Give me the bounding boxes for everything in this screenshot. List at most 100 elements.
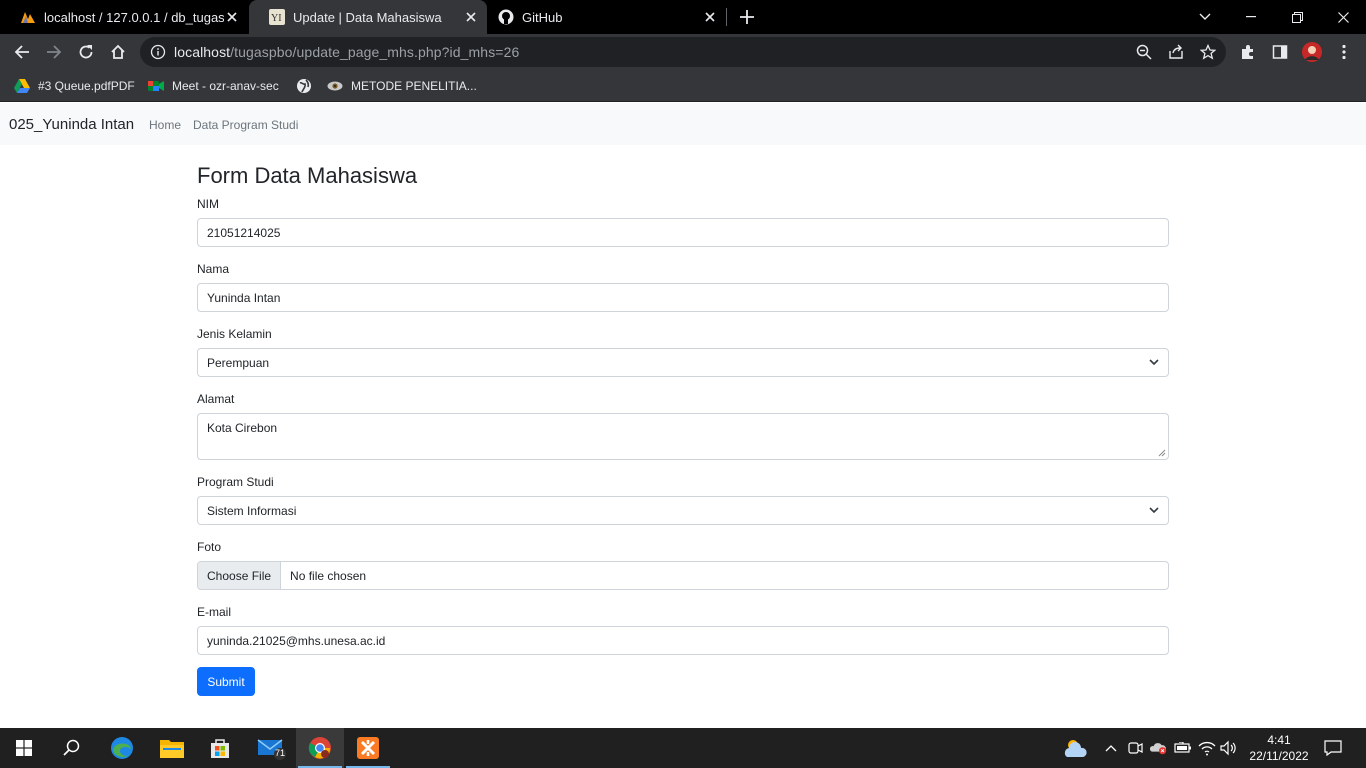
- volume-icon[interactable]: [1220, 739, 1238, 757]
- jenis-kelamin-selected: Perempuan: [207, 355, 270, 370]
- search-icon: [63, 739, 80, 756]
- navbar-brand[interactable]: 025_Yuninda Intan: [9, 116, 134, 133]
- tab-search-button[interactable]: [1182, 0, 1228, 34]
- wifi-icon[interactable]: [1198, 739, 1216, 757]
- notification-icon: [1324, 740, 1342, 756]
- zoom-icon[interactable]: [1136, 44, 1152, 60]
- resize-grip-icon[interactable]: [1158, 449, 1166, 457]
- page-title: Form Data Mahasiswa: [197, 163, 418, 188]
- github-icon: [498, 9, 514, 25]
- onedrive-error-icon[interactable]: [1150, 739, 1168, 757]
- program-studi-selected: Sistem Informasi: [207, 503, 297, 518]
- close-tab-icon[interactable]: [224, 9, 240, 25]
- more-vert-icon: [1342, 44, 1346, 60]
- chrome-menu-button[interactable]: [1330, 38, 1358, 66]
- bookmark-queue-pdf[interactable]: #3 Queue.pdfPDF: [14, 76, 135, 96]
- arrow-right-icon: [47, 45, 62, 59]
- taskbar-store[interactable]: [196, 728, 244, 768]
- browser-toolbar: localhost/tugaspbo/update_page_mhs.php?i…: [0, 34, 1366, 70]
- site-info-icon[interactable]: [150, 44, 166, 60]
- bookmark-google-meet[interactable]: Meet - ozr-anav-sec: [148, 76, 279, 96]
- start-button[interactable]: [0, 728, 48, 768]
- bookmark-label: METODE PENELITIA...: [351, 79, 477, 93]
- bookmark-label: Meet - ozr-anav-sec: [172, 79, 279, 93]
- email-label: E-mail: [197, 605, 232, 619]
- taskbar-file-explorer[interactable]: [148, 728, 196, 768]
- alamat-label: Alamat: [197, 392, 235, 406]
- side-panel-button[interactable]: [1266, 38, 1294, 66]
- tab-separator: [726, 8, 727, 26]
- clock-date: 22/11/2022: [1249, 749, 1309, 763]
- bookmark-label: #3 Queue.pdfPDF: [38, 79, 135, 93]
- new-tab-button[interactable]: [736, 7, 758, 27]
- profile-button[interactable]: [1298, 38, 1326, 66]
- folder-icon: [160, 740, 184, 758]
- puzzle-icon: [1242, 45, 1253, 59]
- taskbar-search-button[interactable]: [48, 728, 96, 768]
- chevron-down-icon: [1199, 13, 1211, 20]
- restore-button[interactable]: [1274, 0, 1320, 34]
- home-button[interactable]: [104, 38, 132, 66]
- jenis-kelamin-select[interactable]: Perempuan: [197, 348, 1169, 377]
- tab-phpmyadmin[interactable]: localhost / 127.0.0.1 / db_tugaspl: [0, 0, 248, 34]
- avatar: [1302, 42, 1322, 62]
- alamat-textarea[interactable]: Kota Cirebon: [197, 413, 1169, 460]
- mail-badge: 71: [275, 748, 286, 758]
- nav-link-data-program-studi[interactable]: Data Program Studi: [193, 118, 298, 132]
- forward-button[interactable]: [40, 38, 68, 66]
- side-panel-icon: [1272, 45, 1288, 59]
- google-drive-icon: [14, 78, 30, 94]
- file-status-text: No file chosen: [290, 568, 367, 583]
- minimize-button[interactable]: [1228, 0, 1274, 34]
- foto-label: Foto: [197, 540, 222, 554]
- share-icon[interactable]: [1168, 44, 1184, 60]
- nav-link-home[interactable]: Home: [149, 118, 181, 132]
- nim-label: NIM: [197, 197, 219, 211]
- back-button[interactable]: [8, 38, 36, 66]
- jenis-kelamin-label: Jenis Kelamin: [197, 327, 272, 341]
- meet-now-icon[interactable]: [1126, 739, 1144, 757]
- nim-input[interactable]: 21051214025: [197, 218, 1169, 247]
- url-text[interactable]: localhost/tugaspbo/update_page_mhs.php?i…: [174, 44, 519, 60]
- close-icon: [1337, 11, 1349, 23]
- address-bar[interactable]: localhost/tugaspbo/update_page_mhs.php?i…: [140, 37, 1226, 67]
- close-window-button[interactable]: [1320, 0, 1366, 34]
- store-icon: [211, 739, 229, 758]
- bookmarks-bar: #3 Queue.pdfPDF Meet - ozr-anav-sec METO…: [0, 70, 1366, 102]
- weather-icon[interactable]: [1062, 736, 1088, 760]
- reload-button[interactable]: [72, 38, 100, 66]
- show-hidden-icons-button[interactable]: [1102, 739, 1120, 757]
- tab-github[interactable]: GitHub: [478, 0, 726, 34]
- web-page: 025_Yuninda Intan Home Data Program Stud…: [0, 103, 1366, 728]
- battery-icon[interactable]: [1174, 739, 1192, 757]
- taskbar-edge[interactable]: [98, 728, 146, 768]
- choose-file-button[interactable]: Choose File: [198, 562, 282, 589]
- nama-input[interactable]: Yuninda Intan: [197, 283, 1169, 312]
- plus-icon: [740, 10, 754, 24]
- chevron-up-icon: [1105, 745, 1117, 752]
- taskbar-xampp[interactable]: [344, 728, 392, 768]
- notification-center-button[interactable]: [1324, 739, 1342, 757]
- taskbar-chrome[interactable]: [296, 728, 344, 768]
- bookmark-globe[interactable]: [296, 76, 320, 96]
- chrome-icon: [308, 737, 331, 759]
- bookmark-metode-penelitian[interactable]: METODE PENELITIA...: [327, 76, 477, 96]
- page-favicon-icon: YI: [269, 9, 285, 25]
- taskbar-mail[interactable]: 71: [248, 728, 296, 768]
- phpmyadmin-icon: [20, 9, 36, 25]
- home-icon: [111, 44, 125, 59]
- program-studi-select[interactable]: Sistem Informasi: [197, 496, 1169, 525]
- close-tab-icon[interactable]: [702, 9, 718, 25]
- submit-button[interactable]: Submit: [197, 667, 255, 696]
- extensions-button[interactable]: [1234, 38, 1262, 66]
- svg-text:YI: YI: [271, 13, 282, 24]
- taskbar-clock[interactable]: 4:41 22/11/2022: [1244, 732, 1314, 764]
- tab-update-data-mahasiswa[interactable]: YI Update | Data Mahasiswa: [249, 0, 487, 34]
- bookmark-star-icon[interactable]: [1199, 43, 1217, 60]
- close-tab-icon[interactable]: [463, 9, 479, 25]
- email-input[interactable]: yuninda.21025@mhs.unesa.ac.id: [197, 626, 1169, 655]
- url-path: /tugaspbo/update_page_mhs.php?id_mhs=26: [230, 44, 520, 60]
- foto-file-input[interactable]: Choose File No file chosen: [197, 561, 1169, 590]
- globe-icon: [296, 78, 312, 94]
- reload-icon: [79, 45, 93, 59]
